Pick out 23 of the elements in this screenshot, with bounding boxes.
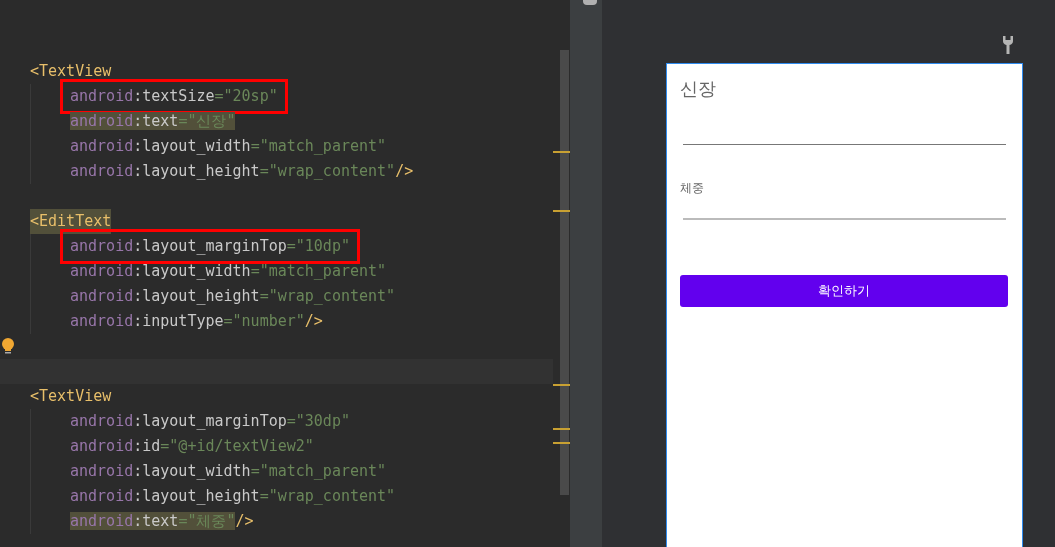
code-line: android:layout_height="wrap_content"/> (70, 161, 414, 182)
lightbulb-icon[interactable] (1, 338, 15, 355)
marker-stripe (553, 442, 570, 444)
marker-stripe (553, 384, 570, 386)
panel-icon[interactable] (583, 0, 597, 5)
code-line: android:layout_marginTop="30dp" (70, 411, 350, 432)
marker-stripe (553, 151, 570, 153)
marker-stripe (553, 210, 570, 212)
code-line: android:layout_width="match_parent" (70, 136, 387, 157)
wrench-icon[interactable] (1002, 36, 1014, 54)
code-line: android:layout_height="wrap_content" (70, 286, 396, 307)
marker-stripe (553, 428, 570, 430)
code-line: android:inputType="number"/> (70, 311, 323, 332)
code-line: android:layout_width="match_parent" (70, 261, 387, 282)
code-line: android:id="@+id/textView2" (70, 436, 314, 457)
weight-label: 체중 (680, 180, 705, 197)
scrollbar-thumb[interactable] (560, 50, 569, 495)
code-line: android:layout_height="wrap_content" (70, 486, 396, 507)
code-line: <TextView (30, 386, 112, 407)
confirm-button[interactable]: 확인하기 (680, 275, 1008, 307)
height-label: 신장 (680, 78, 717, 101)
code-line: <TextView (30, 61, 112, 82)
code-line: android:layout_width="match_parent" (70, 461, 387, 482)
